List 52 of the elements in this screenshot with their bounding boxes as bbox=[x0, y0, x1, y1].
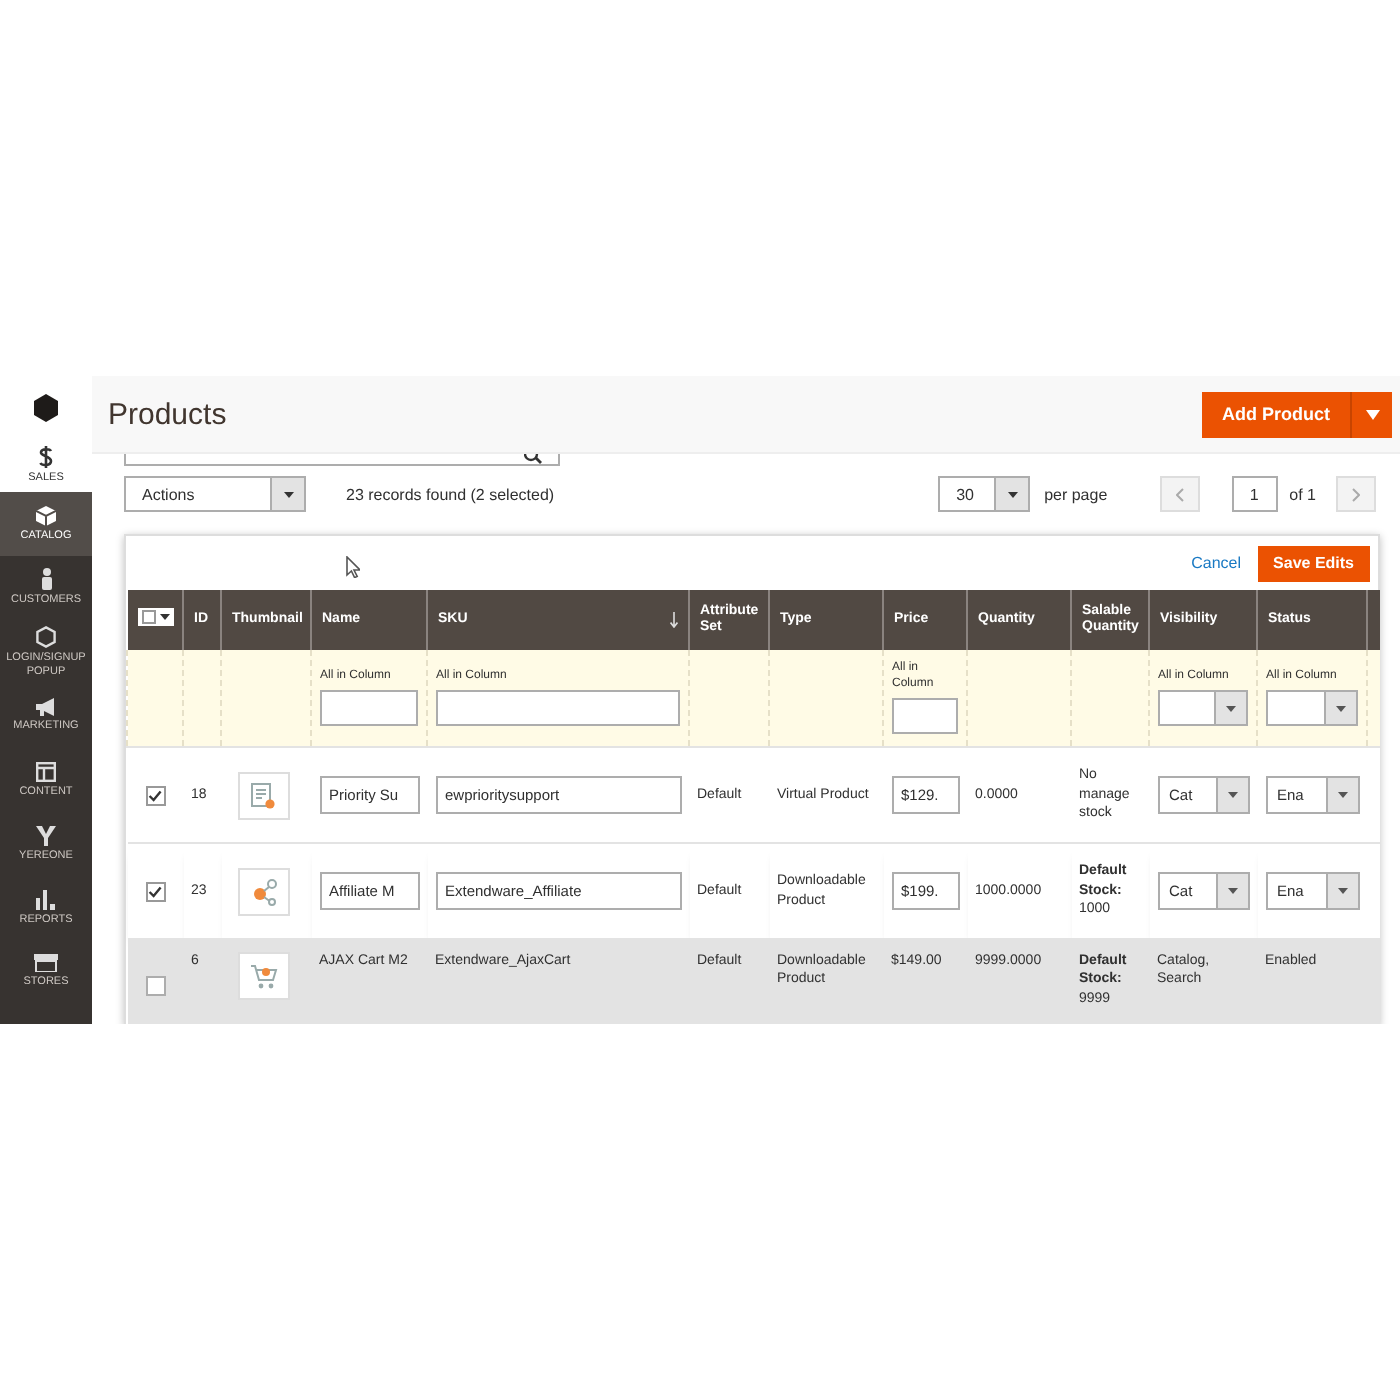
chevron-right-icon bbox=[1352, 487, 1360, 501]
caret-icon bbox=[1365, 409, 1379, 419]
caret-icon bbox=[1227, 888, 1237, 894]
layout-icon bbox=[36, 761, 56, 782]
store-icon bbox=[34, 954, 58, 973]
dropdown-button[interactable] bbox=[1352, 391, 1392, 437]
records-count: 23 records found (2 selected) bbox=[346, 485, 555, 503]
caret-icon bbox=[1337, 888, 1347, 894]
caret-icon bbox=[1007, 491, 1018, 497]
page-title: Products bbox=[108, 397, 229, 431]
row-checkbox[interactable] bbox=[145, 976, 165, 996]
column-header bbox=[1367, 590, 1379, 650]
filter-field[interactable] bbox=[892, 698, 958, 735]
save-edits-button[interactable]: Save Edits bbox=[1257, 545, 1370, 581]
next-page-button[interactable] bbox=[1336, 476, 1376, 512]
caret-icon bbox=[1226, 705, 1236, 712]
mouse-pointer-icon bbox=[346, 556, 360, 578]
sort-arrow-icon bbox=[670, 612, 678, 628]
person-icon bbox=[39, 568, 53, 591]
network-icon bbox=[249, 877, 277, 905]
document-icon bbox=[250, 781, 276, 809]
search-field[interactable] bbox=[124, 454, 560, 466]
box-icon bbox=[36, 505, 56, 526]
row-checkbox[interactable] bbox=[145, 785, 165, 805]
mass-select-control[interactable] bbox=[137, 608, 173, 627]
row-checkbox[interactable] bbox=[145, 881, 165, 901]
filter-dropdown[interactable] bbox=[1266, 690, 1358, 727]
search-icon bbox=[524, 454, 542, 464]
hexagon-icon bbox=[36, 626, 56, 649]
cancel-link[interactable]: Cancel bbox=[1191, 554, 1242, 572]
per-page-label: per page bbox=[1044, 485, 1108, 503]
caret-icon bbox=[1336, 705, 1346, 712]
bar-chart-icon bbox=[36, 889, 56, 910]
caret-icon bbox=[159, 614, 169, 621]
page-count: of 1 bbox=[1289, 485, 1316, 503]
per-page-dropdown[interactable]: 30 bbox=[938, 476, 1031, 512]
filter-field[interactable] bbox=[320, 690, 418, 727]
logo-icon bbox=[34, 394, 58, 422]
caret-icon bbox=[1337, 792, 1347, 798]
previous-page-button[interactable] bbox=[1159, 476, 1200, 512]
dollar-icon bbox=[38, 446, 54, 469]
filter-dropdown[interactable] bbox=[1158, 690, 1248, 727]
page-number-field[interactable]: 1 bbox=[1231, 476, 1278, 512]
filter-field[interactable] bbox=[436, 690, 680, 727]
megaphone-icon bbox=[35, 698, 57, 717]
chevron-left-icon bbox=[1175, 487, 1184, 501]
cart-icon bbox=[249, 963, 277, 989]
caret-icon bbox=[1227, 792, 1237, 798]
y-mark-icon bbox=[36, 825, 56, 846]
add-product-button[interactable]: Add Product bbox=[1202, 391, 1352, 437]
caret-icon bbox=[283, 491, 293, 497]
actions-dropdown[interactable]: Actions bbox=[124, 476, 306, 512]
